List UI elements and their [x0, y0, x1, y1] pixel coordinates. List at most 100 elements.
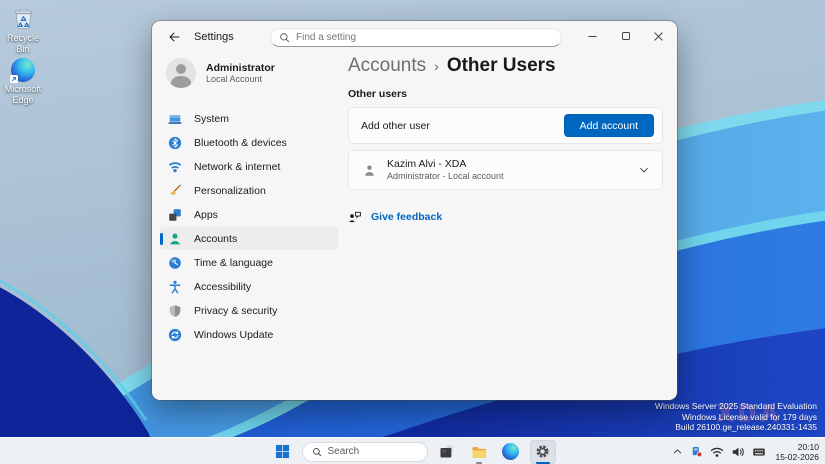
expand-button[interactable]: [638, 164, 650, 176]
sidebar-item-label: Network & internet: [194, 160, 281, 173]
apps-icon: [168, 208, 182, 222]
settings-search-box[interactable]: [270, 28, 562, 47]
edge-icon: [502, 443, 519, 460]
desktop-icon-recycle-bin[interactable]: Recycle Bin: [0, 6, 46, 54]
settings-content: Accounts › Other Users Other users Add o…: [348, 53, 663, 400]
chevron-down-icon: [640, 168, 648, 173]
titlebar[interactable]: Settings: [152, 21, 677, 53]
sidebar-item-network-internet[interactable]: Network & internet: [160, 155, 338, 178]
profile-name: Administrator: [206, 61, 275, 74]
search-icon: [312, 447, 321, 456]
sidebar-item-accounts[interactable]: Accounts: [160, 227, 338, 250]
breadcrumb-current: Other Users: [446, 55, 556, 76]
start-button[interactable]: [270, 440, 296, 464]
clock[interactable]: 20:10 15-02-2026: [776, 442, 819, 462]
system-tray: 20:10 15-02-2026: [672, 438, 819, 464]
sidebar-item-privacy-security[interactable]: Privacy & security: [160, 299, 338, 322]
settings-taskbar-button[interactable]: [529, 439, 556, 464]
running-indicator: [475, 461, 482, 464]
server-manager-icon: [440, 445, 453, 458]
sidebar-item-label: Accessibility: [194, 280, 252, 293]
active-indicator: [535, 461, 550, 464]
wifi-button[interactable]: [710, 445, 724, 459]
system-info-line: Windows License valid for 179 days: [681, 411, 817, 422]
clock-time: 20:10: [797, 441, 819, 452]
sidebar-item-label: Personalization: [194, 184, 266, 197]
touch-keyboard-button[interactable]: [752, 445, 766, 459]
system-info-line: Build 26100.ge_release.240331-1435: [675, 422, 817, 432]
time-language-icon: [168, 256, 182, 270]
personalization-icon: [168, 184, 182, 198]
sidebar-item-apps[interactable]: Apps: [160, 203, 338, 226]
taskbar-search-box[interactable]: [301, 441, 428, 462]
breadcrumb-separator: ›: [434, 58, 439, 74]
settings-search-input[interactable]: [296, 32, 553, 43]
server-manager-button[interactable]: [434, 440, 460, 464]
sidebar-item-time-language[interactable]: Time & language: [160, 251, 338, 274]
taskbar: 20:10 15-02-2026: [0, 437, 825, 464]
device-status-icon: [692, 446, 702, 458]
sidebar-item-bluetooth-devices[interactable]: Bluetooth & devices: [160, 131, 338, 154]
account-profile: Administrator Local Account: [166, 58, 275, 88]
windows-update-icon: [168, 328, 182, 342]
speaker-icon: [732, 447, 744, 456]
user-subtitle: Administrator - Local account: [387, 171, 504, 181]
back-arrow-icon: [169, 32, 180, 42]
minimize-icon: [588, 35, 597, 37]
desktop-icon-label: Microsoft Edge: [4, 84, 42, 105]
sidebar-item-windows-update[interactable]: Windows Update: [160, 323, 338, 346]
window-controls: [576, 21, 675, 53]
user-name: Kazim Alvi - XDA: [387, 158, 467, 170]
hardware-status-button[interactable]: [690, 445, 703, 458]
network-icon: [168, 160, 182, 174]
privacy-icon: [168, 304, 182, 318]
maximize-button[interactable]: [609, 21, 642, 51]
settings-window: Settings Find a setting Administrator Lo…: [152, 21, 677, 400]
back-button[interactable]: [162, 25, 186, 49]
file-explorer-icon: [472, 446, 486, 458]
profile-type: Local Account: [206, 73, 263, 84]
recycle-bin-icon: [14, 8, 32, 30]
add-user-label: Add other user: [361, 119, 430, 132]
sidebar-item-system[interactable]: System: [160, 107, 338, 130]
sidebar-item-accessibility[interactable]: Accessibility: [160, 275, 338, 298]
add-account-button[interactable]: Add account: [563, 114, 654, 137]
add-user-card: Add other user Add account: [348, 107, 663, 144]
give-feedback-link[interactable]: Give feedback: [348, 210, 663, 224]
selection-indicator: [160, 232, 163, 245]
close-button[interactable]: [642, 21, 675, 51]
taskbar-search-input[interactable]: [327, 446, 408, 457]
system-info-line: Windows Server 2025 Standard Evaluation: [654, 401, 817, 411]
bluetooth-icon: [168, 136, 182, 150]
feedback-icon: [349, 211, 361, 223]
system-icon: [168, 112, 182, 126]
tray-overflow-button[interactable]: [672, 446, 683, 457]
wifi-icon: [710, 447, 723, 457]
breadcrumb-parent[interactable]: Accounts: [348, 55, 426, 77]
sidebar-item-label: Bluetooth & devices: [194, 136, 287, 149]
taskbar-center: [270, 438, 556, 464]
desktop: Recycle Bin Microsoft Edge XDA Windows S…: [0, 0, 825, 464]
edge-icon: [10, 58, 35, 83]
edge-button[interactable]: [498, 440, 524, 464]
sidebar-item-personalization[interactable]: Personalization: [160, 179, 338, 202]
minimize-button[interactable]: [576, 21, 609, 51]
settings-gear-icon: [536, 445, 549, 458]
settings-sidebar: Administrator Local Account System Blueto…: [152, 53, 348, 400]
accounts-icon: [168, 232, 182, 246]
desktop-icon-label: Recycle Bin: [6, 33, 39, 54]
clock-date: 15-02-2026: [775, 451, 819, 462]
desktop-icon-microsoft-edge[interactable]: Microsoft Edge: [0, 58, 46, 105]
file-explorer-button[interactable]: [466, 440, 492, 464]
avatar: [166, 58, 196, 88]
windows-start-icon: [275, 444, 290, 459]
sidebar-item-label: Privacy & security: [194, 304, 278, 317]
window-title: Settings: [194, 31, 234, 43]
maximize-icon: [621, 32, 630, 40]
user-icon: [365, 165, 374, 176]
user-row[interactable]: Kazim Alvi - XDA Administrator - Local a…: [348, 150, 663, 190]
sidebar-item-label: Accounts: [194, 232, 238, 245]
system-info-watermark: Windows Server 2025 Standard Evaluation …: [655, 401, 817, 433]
volume-button[interactable]: [731, 445, 745, 459]
sidebar-item-label: Windows Update: [194, 328, 274, 341]
